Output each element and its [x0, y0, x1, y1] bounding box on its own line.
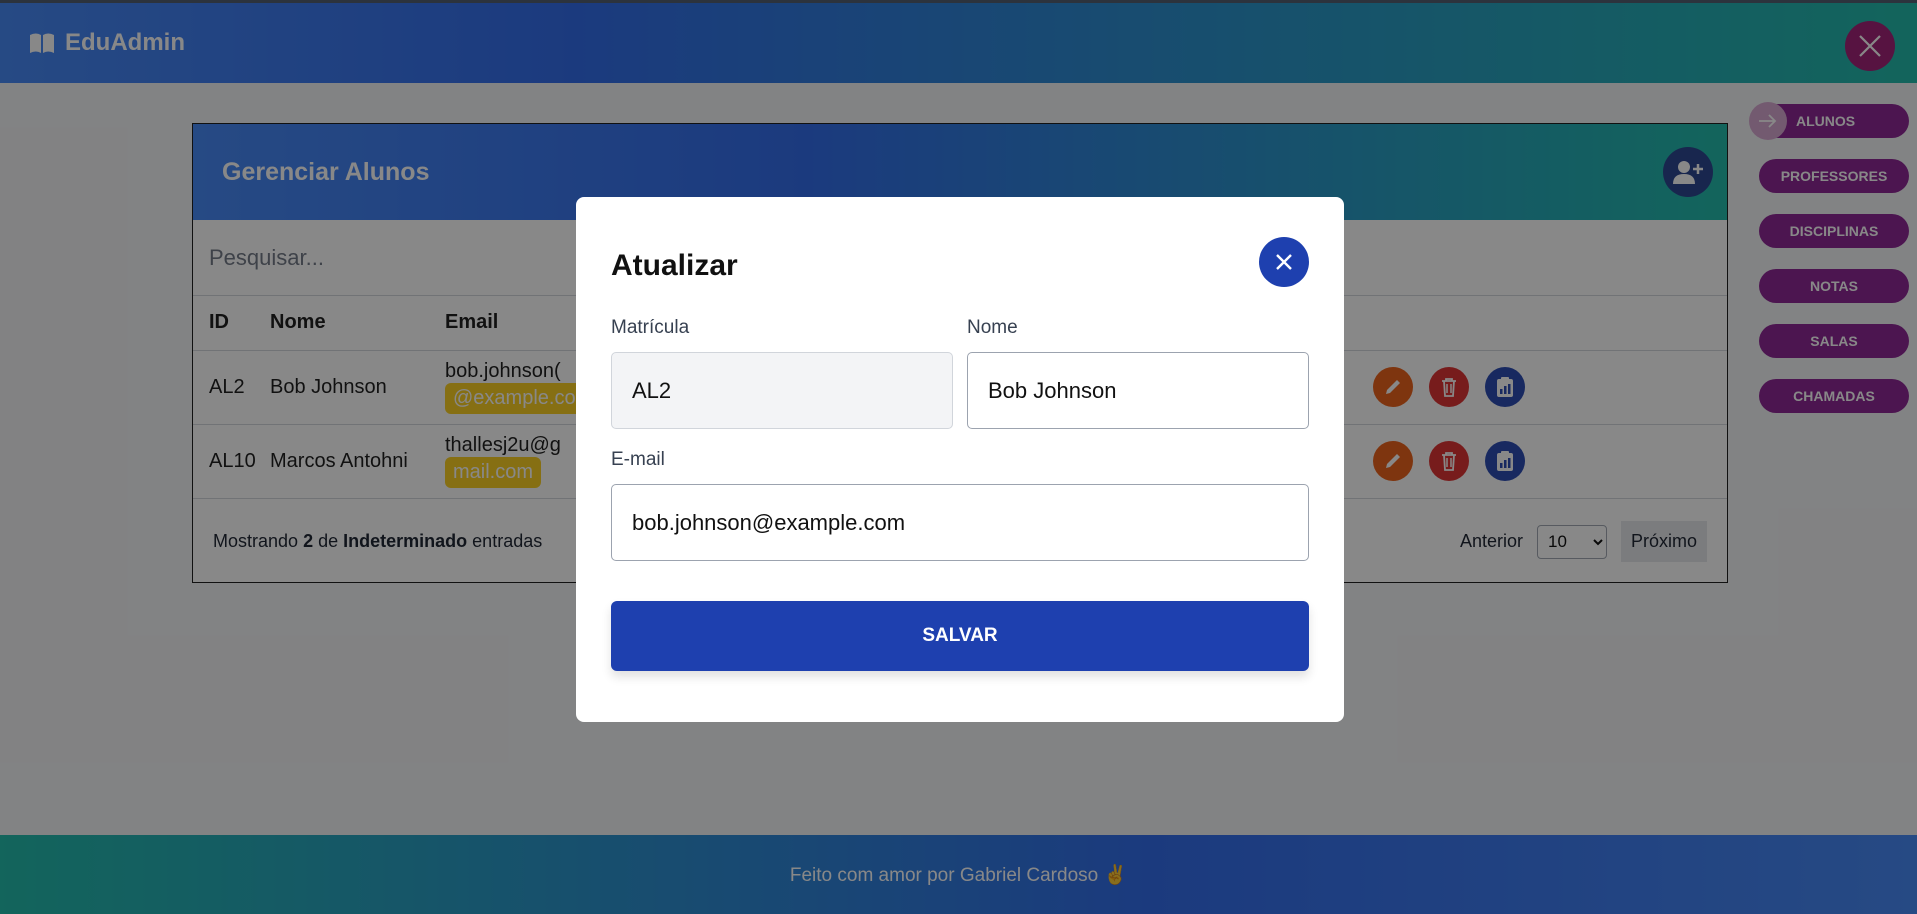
matricula-label: Matrícula	[611, 317, 690, 338]
nome-field[interactable]	[967, 352, 1309, 429]
modal-title: Atualizar	[611, 249, 738, 282]
email-field[interactable]	[611, 484, 1309, 561]
modal-close-button[interactable]	[1259, 237, 1309, 287]
close-icon	[1276, 254, 1292, 270]
save-button[interactable]: SALVAR	[611, 601, 1309, 671]
nome-label: Nome	[967, 317, 1018, 338]
update-modal: Atualizar Matrícula Nome E-mail SALVAR	[576, 197, 1344, 722]
matricula-field[interactable]	[611, 352, 953, 429]
email-label: E-mail	[611, 449, 665, 470]
